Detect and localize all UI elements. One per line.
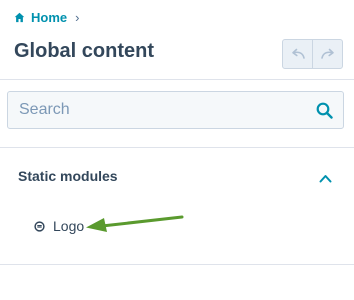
redo-button[interactable] [312,40,342,68]
header-divider [0,79,354,80]
section-divider [0,264,354,265]
page-title: Global content [14,40,154,62]
breadcrumb-home-link[interactable]: Home [31,10,67,25]
redo-icon [320,48,334,59]
section-header-static-modules[interactable]: Static modules [18,168,118,184]
breadcrumb-separator: › [75,10,80,25]
undo-button[interactable] [283,40,312,68]
annotation-arrow [86,215,184,232]
breadcrumb: Home › [14,10,79,25]
chevron-up-icon[interactable] [319,170,332,188]
module-item-logo[interactable]: Logo [34,218,84,234]
search-input[interactable] [8,101,309,119]
search-divider [0,147,354,148]
undo-icon [291,48,305,59]
module-icon [34,220,45,232]
search-icon[interactable] [316,102,333,124]
home-icon[interactable] [14,12,25,23]
search-box [7,91,344,129]
undo-redo-group [282,39,343,69]
